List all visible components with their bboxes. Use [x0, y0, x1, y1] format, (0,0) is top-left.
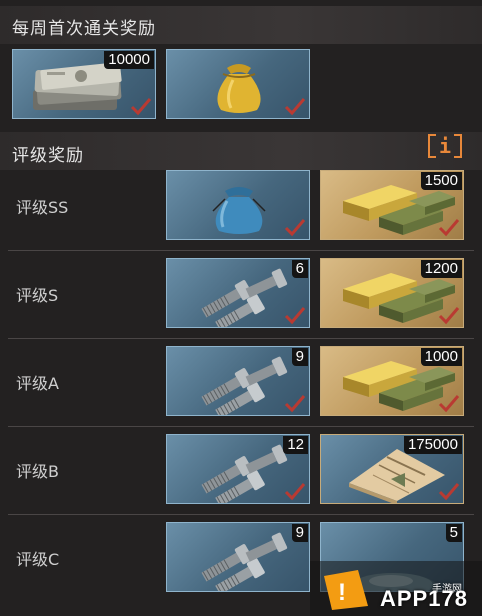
reward-qty: 12 [283, 436, 308, 454]
rating-reward-slot[interactable]: 9 [166, 346, 310, 416]
claimed-check-icon [284, 98, 306, 116]
claimed-check-icon [130, 98, 152, 116]
reward-qty: 1000 [420, 348, 462, 366]
weekly-reward-qty-1: 10000 [104, 51, 154, 69]
rating-reward-slot[interactable]: 9 [166, 522, 310, 592]
rating-reward-slot[interactable]: 175000 [320, 434, 464, 504]
rating-label: 评级SS [16, 198, 69, 217]
claimed-check-icon [438, 219, 460, 237]
rating-reward-title: 评级奖励 [12, 146, 84, 166]
reward-qty: 9 [291, 524, 308, 542]
reward-qty: 175000 [403, 436, 462, 454]
rating-label: 评级A [16, 374, 59, 393]
rating-reward-slot[interactable]: 6 [166, 258, 310, 328]
rating-reward-slot[interactable]: 12 [166, 434, 310, 504]
info-button[interactable]: i [428, 132, 462, 160]
row-divider [8, 514, 474, 515]
claimed-check-icon [284, 307, 306, 325]
rating-reward-slot[interactable]: 1200 [320, 258, 464, 328]
rating-label: 评级B [16, 462, 59, 481]
claimed-check-icon [438, 483, 460, 501]
bolts-icon [201, 532, 288, 591]
rating-reward-slot[interactable] [166, 170, 310, 240]
claimed-check-icon [284, 395, 306, 413]
rating-reward-slot[interactable]: 1500 [320, 170, 464, 240]
row-divider [8, 426, 474, 427]
reward-qty: 9 [291, 348, 308, 366]
weekly-reward-slot-2[interactable] [166, 49, 310, 119]
rating-reward-slot[interactable]: 1000 [320, 346, 464, 416]
svg-text:!: ! [338, 579, 346, 606]
weekly-reward-title: 每周首次通关奖励 [12, 19, 156, 39]
info-icon: i [438, 134, 452, 158]
reward-qty: 5 [445, 524, 462, 542]
claimed-check-icon [284, 219, 306, 237]
watermark-logo: ! [324, 570, 368, 610]
rating-label: 评级C [16, 550, 60, 569]
reward-qty: 1500 [420, 172, 462, 190]
row-divider [8, 338, 474, 339]
claimed-check-icon [438, 395, 460, 413]
weekly-reward-slot-1[interactable]: 10000 [12, 49, 156, 119]
watermark-text: APP178 [380, 586, 468, 611]
rating-label: 评级S [16, 286, 59, 305]
row-divider [8, 250, 474, 251]
reward-qty: 6 [291, 260, 308, 278]
claimed-check-icon [284, 483, 306, 501]
reward-qty: 1200 [420, 260, 462, 278]
claimed-check-icon [438, 307, 460, 325]
